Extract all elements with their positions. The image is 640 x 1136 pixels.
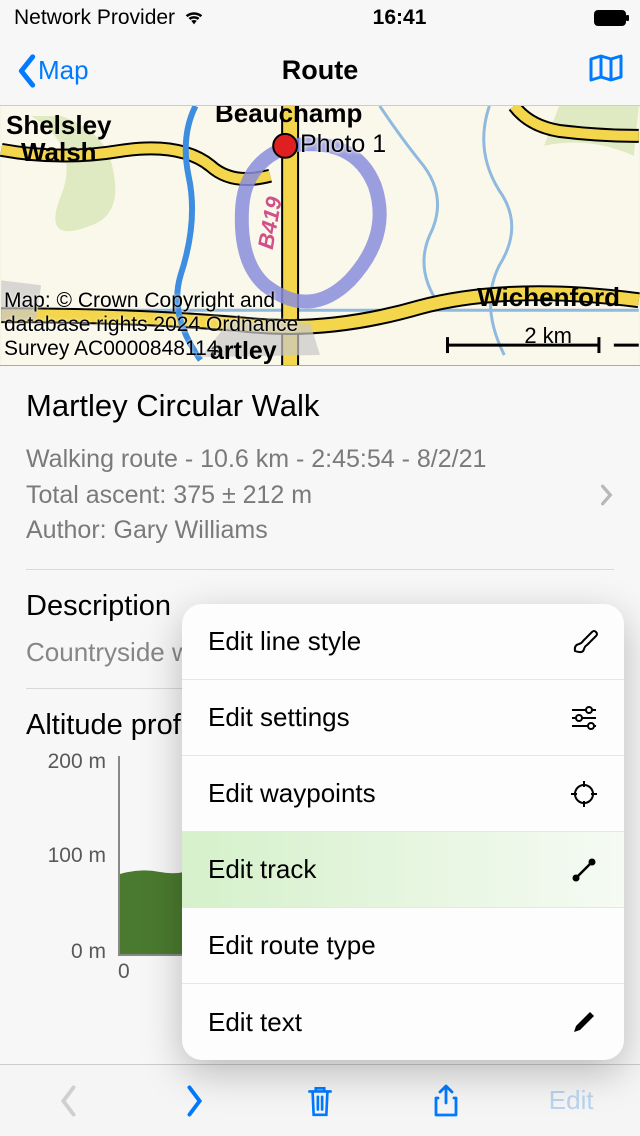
route-details-row[interactable]: Walking route - 10.6 km - 2:45:54 - 8/2/… bbox=[26, 442, 614, 549]
sliders-icon bbox=[570, 704, 598, 732]
scale-label: 2 km bbox=[524, 323, 572, 349]
route-title: Martley Circular Walk bbox=[26, 388, 614, 424]
page-title: Route bbox=[0, 55, 640, 86]
toolbar-edit-button[interactable]: Edit bbox=[541, 1085, 601, 1116]
chevron-right-icon bbox=[600, 484, 614, 506]
route-meta: Walking route - 10.6 km - 2:45:54 - 8/2/… bbox=[26, 442, 486, 549]
chevron-left-icon bbox=[53, 1083, 85, 1119]
y-tick: 100 m bbox=[48, 844, 106, 868]
clock-label: 16:41 bbox=[373, 6, 427, 30]
brush-icon bbox=[570, 628, 598, 656]
pencil-icon bbox=[570, 1008, 598, 1036]
target-icon bbox=[570, 780, 598, 808]
photo-marker-label: Photo 1 bbox=[300, 130, 386, 159]
trash-icon bbox=[304, 1083, 336, 1119]
map-place-label: Beauchamp bbox=[215, 106, 362, 127]
track-icon bbox=[570, 856, 598, 884]
toolbar-delete-button[interactable] bbox=[290, 1083, 350, 1119]
menu-edit-track[interactable]: Edit track bbox=[182, 832, 624, 908]
nav-bar: Map Route bbox=[0, 36, 640, 106]
toolbar-next-button[interactable] bbox=[164, 1083, 224, 1119]
toolbar-share-button[interactable] bbox=[416, 1083, 476, 1119]
chevron-right-icon bbox=[178, 1083, 210, 1119]
y-tick: 200 m bbox=[48, 750, 106, 774]
menu-edit-text[interactable]: Edit text bbox=[182, 984, 624, 1060]
edit-label: Edit bbox=[549, 1085, 594, 1116]
edit-menu-popup: Edit line style Edit settings Edit waypo… bbox=[182, 604, 624, 1060]
back-button[interactable]: Map bbox=[16, 54, 89, 88]
back-label: Map bbox=[38, 55, 89, 86]
y-tick: 0 m bbox=[71, 940, 106, 964]
map-place-label: ShelsleyWalsh bbox=[6, 112, 112, 167]
menu-edit-line-style[interactable]: Edit line style bbox=[182, 604, 624, 680]
map-copyright: Map: © Crown Copyright anddatabase right… bbox=[4, 289, 298, 361]
menu-edit-settings[interactable]: Edit settings bbox=[182, 680, 624, 756]
battery-icon bbox=[594, 10, 626, 26]
carrier-label: Network Provider bbox=[14, 6, 175, 30]
menu-edit-waypoints[interactable]: Edit waypoints bbox=[182, 756, 624, 832]
chevron-left-icon bbox=[16, 54, 38, 88]
share-icon bbox=[430, 1083, 462, 1119]
map-icon bbox=[588, 52, 624, 84]
wifi-icon bbox=[183, 9, 205, 27]
status-bar: Network Provider 16:41 bbox=[0, 0, 640, 36]
map-preview[interactable]: ShelsleyWalsh Beauchamp Wichenford artle… bbox=[0, 106, 640, 366]
bottom-toolbar: Edit bbox=[0, 1064, 640, 1136]
toolbar-prev-button[interactable] bbox=[39, 1083, 99, 1119]
map-button[interactable] bbox=[588, 52, 624, 89]
map-place-label: Wichenford bbox=[477, 284, 620, 311]
menu-edit-route-type[interactable]: Edit route type bbox=[182, 908, 624, 984]
